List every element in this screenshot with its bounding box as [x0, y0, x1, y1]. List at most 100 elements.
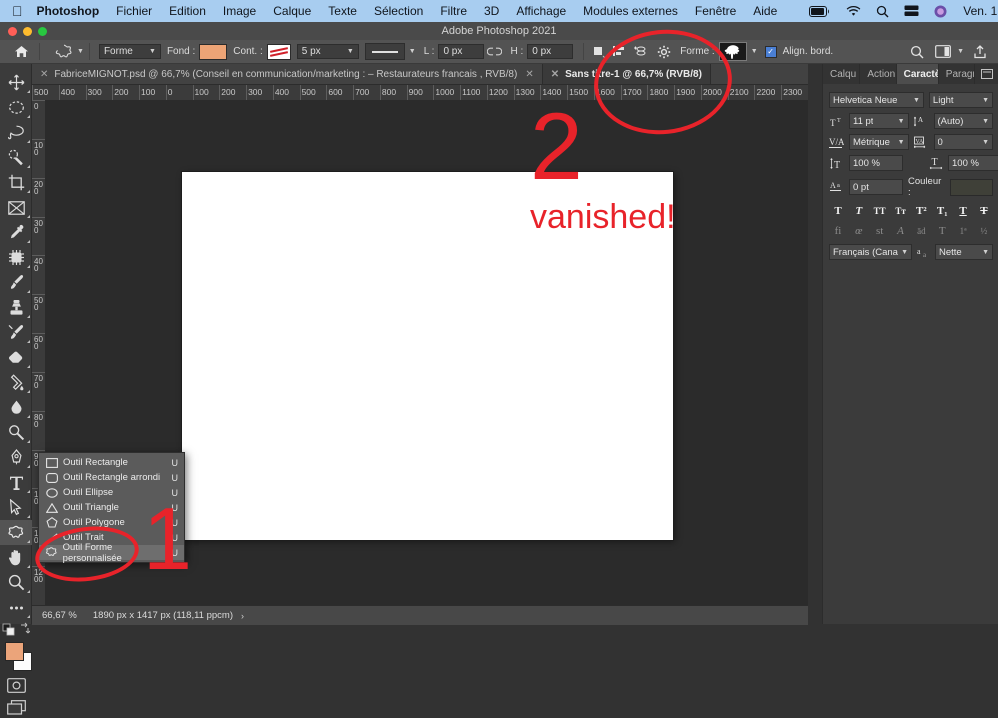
tool-lasso[interactable]	[0, 120, 32, 145]
language-select[interactable]: Français (Canada) ▼	[829, 244, 912, 260]
tool-crop[interactable]	[0, 170, 32, 195]
panel-menu-icon[interactable]	[975, 64, 998, 84]
menu-item-affichage[interactable]: Affichage	[516, 4, 566, 18]
chevron-right-icon[interactable]: ›	[241, 611, 244, 621]
text-color-swatch[interactable]	[950, 178, 993, 196]
old-style-button[interactable]: ād	[913, 224, 929, 238]
default-colors-icon[interactable]	[0, 620, 32, 638]
close-icon[interactable]: ✕	[525, 69, 533, 80]
close-icon[interactable]: ✕	[551, 69, 559, 80]
wifi-icon[interactable]	[846, 5, 861, 17]
width-input[interactable]: 0 px	[438, 44, 485, 59]
tracking-select[interactable]: 0 ▼	[933, 134, 993, 150]
menu-item-edition[interactable]: Edition	[169, 4, 206, 18]
chevron-down-icon[interactable]: ▼	[751, 48, 758, 55]
tool-history-brush[interactable]	[0, 320, 32, 345]
foreground-color-swatch[interactable]	[5, 642, 24, 661]
underline-button[interactable]: T	[955, 204, 971, 218]
contextual-alternates-button[interactable]: œ	[851, 224, 867, 238]
tool-zoom[interactable]	[0, 570, 32, 595]
faux-italic-button[interactable]: T	[851, 204, 867, 218]
tab-caractere[interactable]: Caractère	[896, 64, 939, 84]
baseline-shift-input[interactable]: 0 pt	[849, 179, 903, 195]
tool-hand[interactable]	[0, 545, 32, 570]
faux-bold-button[interactable]: T	[830, 204, 846, 218]
tab-calques[interactable]: Calqu	[823, 64, 861, 84]
flyout-item-custom-shape[interactable]: Outil Forme personnalisée U	[39, 542, 184, 564]
workspace-icon[interactable]	[933, 43, 953, 60]
document-tab-sans-titre-1[interactable]: ✕ Sans titre-1 @ 66,7% (RVB/8)	[542, 64, 711, 84]
tool-spot-healing[interactable]	[0, 245, 32, 270]
gear-icon[interactable]	[654, 43, 674, 60]
tab-paragraphe[interactable]: Paragr	[939, 64, 975, 84]
display-icon[interactable]	[904, 5, 919, 17]
all-caps-button[interactable]: TT	[872, 204, 888, 218]
tool-marquee[interactable]	[0, 95, 32, 120]
font-size-input[interactable]: 11 pt ▼	[849, 113, 909, 129]
link-icon[interactable]	[484, 43, 504, 60]
siri-icon[interactable]	[934, 5, 947, 18]
menu-bar-clock[interactable]: Ven. 15 janv. à 16:27	[963, 4, 998, 18]
ordinals-button[interactable]: 1ª	[955, 224, 971, 238]
tool-preset-picker[interactable]: ▼	[55, 44, 84, 60]
shape-tool-flyout-menu[interactable]: Outil Rectangle U Outil Rectangle arrond…	[38, 452, 185, 564]
menu-item-fichier[interactable]: Fichier	[116, 4, 152, 18]
stroke-width-select[interactable]: 5 px ▼	[296, 44, 359, 59]
tool-clone-stamp[interactable]	[0, 295, 32, 320]
tool-move[interactable]	[0, 70, 32, 95]
font-style-select[interactable]: Light ▼	[928, 92, 993, 108]
stroke-style-select[interactable]	[364, 43, 405, 60]
chevron-down-icon[interactable]: ▼	[409, 48, 416, 55]
fractions-button[interactable]: ½	[976, 224, 992, 238]
stroke-color-swatch[interactable]	[266, 43, 291, 60]
color-swatches[interactable]	[0, 640, 32, 674]
flyout-item-polygon[interactable]: Outil Polygone U	[39, 515, 184, 530]
menu-item-texte[interactable]: Texte	[328, 4, 357, 18]
kerning-select[interactable]: Métrique ▼	[849, 134, 909, 150]
tool-custom-shape[interactable]	[0, 520, 32, 545]
horizontal-scale-input[interactable]: 100 %	[948, 155, 998, 171]
tool-quick-selection[interactable]	[0, 145, 32, 170]
artboard[interactable]	[182, 172, 673, 540]
menu-item-aide[interactable]: Aide	[753, 4, 777, 18]
chevron-down-icon[interactable]: ▼	[957, 48, 964, 55]
tool-eyedropper[interactable]	[0, 220, 32, 245]
menu-item-filtre[interactable]: Filtre	[440, 4, 467, 18]
tool-type[interactable]	[0, 470, 32, 495]
path-operations-icon[interactable]	[589, 43, 609, 60]
menu-item-modules-externes[interactable]: Modules externes	[583, 4, 678, 18]
leading-input[interactable]: (Auto) ▼	[933, 113, 993, 129]
height-input[interactable]: 0 px	[527, 44, 574, 59]
tool-path-selection[interactable]	[0, 495, 32, 520]
share-icon[interactable]	[970, 43, 990, 60]
tool-gradient[interactable]	[0, 370, 32, 395]
fill-color-swatch[interactable]	[199, 43, 228, 60]
subscript-button[interactable]: T₁	[934, 204, 950, 218]
quick-mask-icon[interactable]	[0, 674, 32, 696]
titling-alternates-button[interactable]: T	[934, 224, 950, 238]
tool-blur[interactable]	[0, 395, 32, 420]
tool-dodge[interactable]	[0, 420, 32, 445]
close-icon[interactable]: ✕	[40, 69, 48, 80]
small-caps-button[interactable]: Tᴛ	[893, 204, 909, 218]
align-edges-checkbox[interactable]: ✓	[764, 45, 777, 58]
menu-item-3d[interactable]: 3D	[484, 4, 499, 18]
menu-item-selection[interactable]: Sélection	[374, 4, 423, 18]
path-alignment-icon[interactable]	[609, 43, 629, 60]
tab-actions[interactable]: Action	[860, 64, 897, 84]
chevron-down-icon[interactable]: ▼	[77, 48, 84, 55]
path-arrangement-icon[interactable]	[629, 43, 649, 60]
search-icon[interactable]	[876, 5, 889, 18]
zoom-level-input[interactable]: 66,67 %	[32, 610, 87, 621]
menu-item-fenetre[interactable]: Fenêtre	[695, 4, 736, 18]
strikethrough-button[interactable]: T	[976, 204, 992, 218]
edit-toolbar-button[interactable]	[0, 595, 32, 620]
vertical-scale-input[interactable]: 100 %	[849, 155, 903, 171]
flyout-item-rounded-rectangle[interactable]: Outil Rectangle arrondi U	[39, 470, 184, 485]
search-icon[interactable]	[907, 43, 927, 60]
anti-alias-select[interactable]: Nette ▼	[935, 244, 993, 260]
tool-eraser[interactable]	[0, 345, 32, 370]
tool-pen[interactable]	[0, 445, 32, 470]
battery-icon[interactable]	[809, 5, 831, 17]
menu-item-calque[interactable]: Calque	[273, 4, 311, 18]
